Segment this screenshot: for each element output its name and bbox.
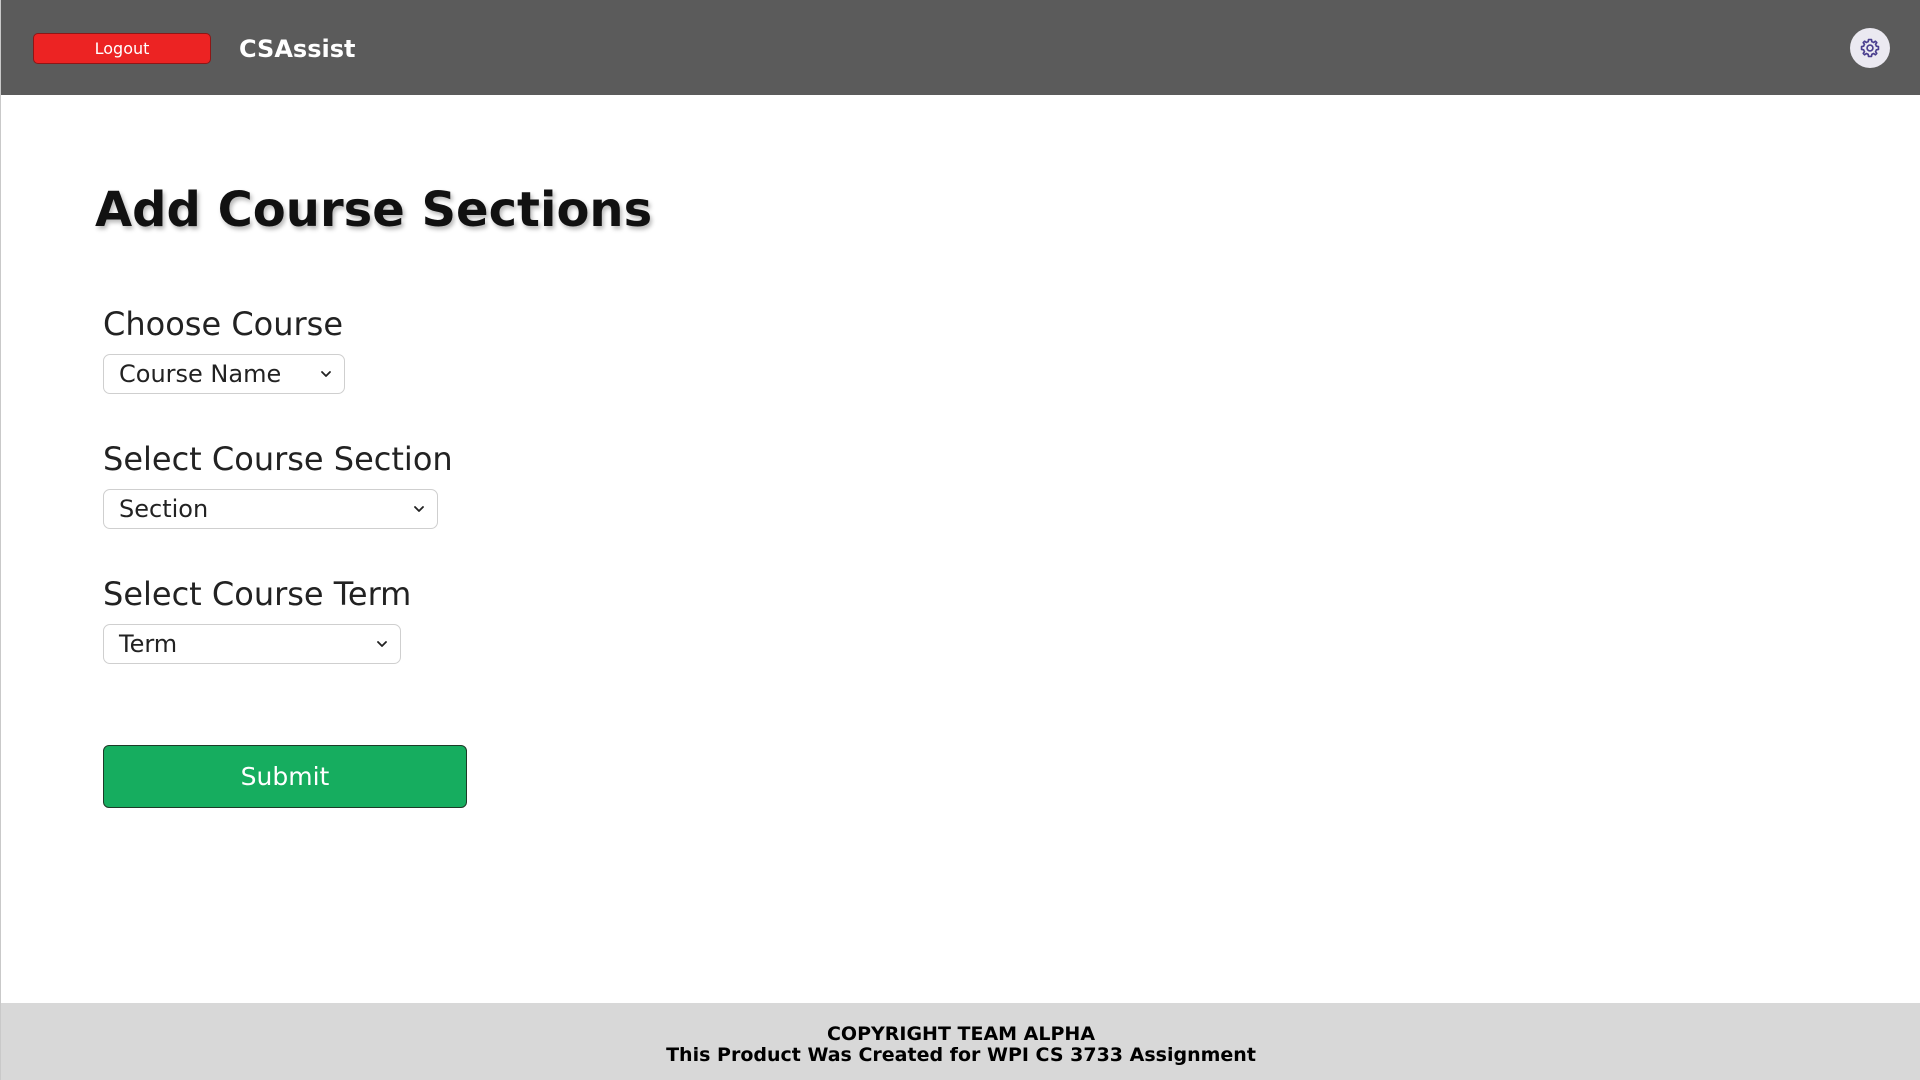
- term-select-value: Term: [119, 630, 178, 658]
- term-label: Select Course Term: [103, 575, 412, 613]
- top-bar: Logout CSAssist: [1, 0, 1920, 95]
- term-select[interactable]: Term: [103, 624, 401, 664]
- section-select-value: Section: [119, 495, 209, 523]
- logout-button-label: Logout: [94, 39, 150, 58]
- footer-copyright: COPYRIGHT TEAM ALPHA: [826, 1023, 1096, 1045]
- course-label: Choose Course: [103, 305, 344, 343]
- chevron-down-icon: [321, 371, 331, 377]
- footer-note: This Product Was Created for WPI CS 3733…: [666, 1044, 1256, 1066]
- section-select[interactable]: Section: [103, 489, 438, 529]
- gear-icon: [1860, 38, 1880, 58]
- submit-button[interactable]: Submit: [103, 745, 467, 808]
- logout-button[interactable]: Logout: [33, 33, 211, 64]
- section-label: Select Course Section: [103, 440, 453, 478]
- app-window: Logout CSAssist Add Course Sections Choo…: [0, 0, 1920, 1080]
- course-select-value: Course Name: [119, 360, 282, 388]
- chevron-down-icon: [377, 641, 387, 647]
- page-title: Add Course Sections: [95, 182, 653, 238]
- footer: COPYRIGHT TEAM ALPHA This Product Was Cr…: [1, 1003, 1920, 1080]
- settings-button[interactable]: [1850, 28, 1890, 68]
- chevron-down-icon: [414, 506, 424, 512]
- course-select[interactable]: Course Name: [103, 354, 345, 394]
- submit-button-label: Submit: [240, 762, 330, 791]
- app-title: CSAssist: [239, 35, 356, 63]
